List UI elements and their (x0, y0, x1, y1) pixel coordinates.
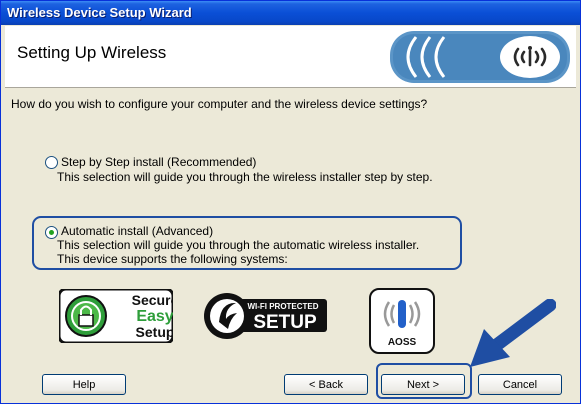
supported-systems-text: This device supports the following syste… (57, 252, 288, 266)
wifi-protected-text: WI-FI PROTECTED (247, 302, 318, 311)
wifi-protected-setup-logo: WI-FI PROTECTED SETUP (204, 293, 327, 339)
cancel-button[interactable]: Cancel (478, 374, 562, 395)
header-panel: Setting Up Wireless (5, 26, 576, 88)
wireless-banner-icon (390, 31, 570, 83)
setup-text: Setup (136, 324, 173, 340)
option-automatic-description: This selection will guide you through th… (57, 238, 420, 252)
secure-text: Secure (132, 292, 173, 308)
option-step-by-step-description: This selection will guide you through th… (57, 170, 433, 184)
window-title: Wireless Device Setup Wizard (7, 5, 192, 20)
wizard-window: Wireless Device Setup Wizard Setting Up … (0, 0, 581, 404)
easy-text: Easy (136, 308, 173, 325)
option-step-by-step-label[interactable]: Step by Step install (Recommended) (61, 155, 256, 169)
radio-step-by-step[interactable] (45, 156, 58, 169)
page-title: Setting Up Wireless (17, 43, 167, 62)
back-button[interactable]: < Back (284, 374, 368, 395)
next-button[interactable]: Next > (381, 374, 465, 395)
question-text: How do you wish to configure your comput… (11, 97, 428, 111)
aoss-logo: AOSS (369, 288, 435, 354)
secure-easy-setup-logo: Secure Easy Setup (59, 289, 173, 343)
title-bar[interactable]: Wireless Device Setup Wizard (1, 1, 580, 25)
aoss-text: AOSS (388, 337, 417, 348)
option-automatic-label[interactable]: Automatic install (Advanced) (61, 224, 213, 238)
pointer-arrow-icon (470, 299, 556, 367)
help-button[interactable]: Help (42, 374, 126, 395)
wifi-setup-text: SETUP (253, 312, 317, 333)
